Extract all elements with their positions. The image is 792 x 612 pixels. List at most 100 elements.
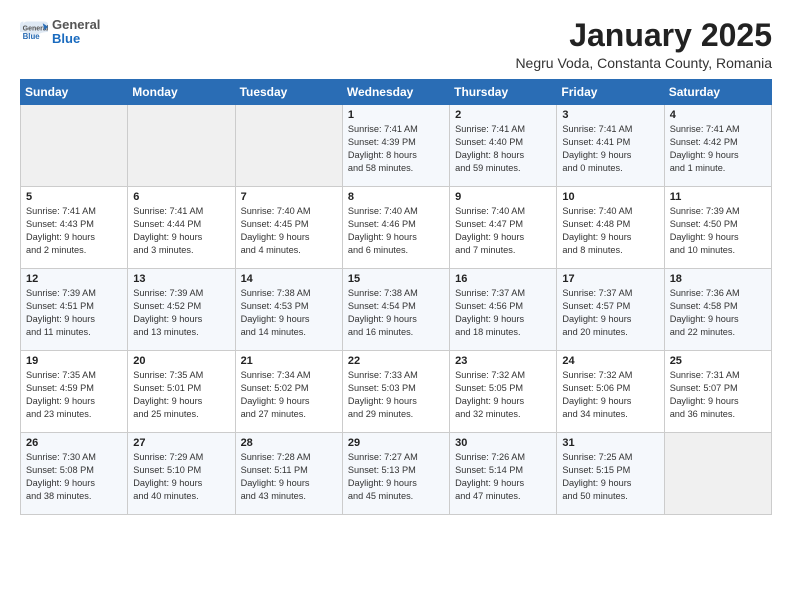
table-row: 11 Sunrise: 7:39 AM Sunset: 4:50 PM Dayli… <box>664 187 771 269</box>
day-number: 11 <box>670 191 766 203</box>
day-info: Sunrise: 7:30 AM Sunset: 5:08 PM Dayligh… <box>26 451 122 503</box>
table-row: 13 Sunrise: 7:39 AM Sunset: 4:52 PM Dayli… <box>128 269 235 351</box>
day-info: Sunrise: 7:28 AM Sunset: 5:11 PM Dayligh… <box>241 451 337 503</box>
day-number: 6 <box>133 191 229 203</box>
table-row: 10 Sunrise: 7:40 AM Sunset: 4:48 PM Dayli… <box>557 187 664 269</box>
table-row: 2 Sunrise: 7:41 AM Sunset: 4:40 PM Daylig… <box>450 105 557 187</box>
table-row: 1Sunrise: 7:41 AM Sunset: 4:39 PM Daylig… <box>342 105 449 187</box>
day-info: Sunrise: 7:39 AM Sunset: 4:52 PM Dayligh… <box>133 287 229 339</box>
table-row: 21Sunrise: 7:34 AM Sunset: 5:02 PM Dayli… <box>235 351 342 433</box>
day-info: Sunrise: 7:41 AM Sunset: 4:40 PM Dayligh… <box>455 123 551 175</box>
table-row: 30 Sunrise: 7:26 AM Sunset: 5:14 PM Dayli… <box>450 433 557 515</box>
day-info: Sunrise: 7:35 AM Sunset: 4:59 PM Dayligh… <box>26 369 122 421</box>
day-info: Sunrise: 7:25 AM Sunset: 5:15 PM Dayligh… <box>562 451 658 503</box>
day-number: 14 <box>241 273 337 285</box>
day-info: Sunrise: 7:37 AM Sunset: 4:57 PM Dayligh… <box>562 287 658 339</box>
day-number: 22 <box>348 355 444 367</box>
day-info: Sunrise: 7:40 AM Sunset: 4:45 PM Dayligh… <box>241 205 337 257</box>
col-friday: Friday <box>557 80 664 105</box>
day-info: Sunrise: 7:34 AM Sunset: 5:02 PM Dayligh… <box>241 369 337 421</box>
day-number: 13 <box>133 273 229 285</box>
day-info: Sunrise: 7:40 AM Sunset: 4:47 PM Dayligh… <box>455 205 551 257</box>
day-number: 30 <box>455 437 551 449</box>
day-number: 12 <box>26 273 122 285</box>
day-number: 15 <box>348 273 444 285</box>
col-saturday: Saturday <box>664 80 771 105</box>
day-number: 27 <box>133 437 229 449</box>
day-info: Sunrise: 7:41 AM Sunset: 4:43 PM Dayligh… <box>26 205 122 257</box>
month-title: January 2025 <box>515 18 772 53</box>
table-row: 22Sunrise: 7:33 AM Sunset: 5:03 PM Dayli… <box>342 351 449 433</box>
table-row: 5 Sunrise: 7:41 AM Sunset: 4:43 PM Daylig… <box>21 187 128 269</box>
table-row: 26 Sunrise: 7:30 AM Sunset: 5:08 PM Dayli… <box>21 433 128 515</box>
header: General Blue General Blue January 2025 N… <box>20 18 772 71</box>
logo-general: General <box>52 18 100 32</box>
table-row: 29 Sunrise: 7:27 AM Sunset: 5:13 PM Dayli… <box>342 433 449 515</box>
col-sunday: Sunday <box>21 80 128 105</box>
col-thursday: Thursday <box>450 80 557 105</box>
table-row: 20Sunrise: 7:35 AM Sunset: 5:01 PM Dayli… <box>128 351 235 433</box>
day-number: 16 <box>455 273 551 285</box>
day-info: Sunrise: 7:41 AM Sunset: 4:39 PM Dayligh… <box>348 123 444 175</box>
day-number: 5 <box>26 191 122 203</box>
table-row <box>235 105 342 187</box>
table-row: 19Sunrise: 7:35 AM Sunset: 4:59 PM Dayli… <box>21 351 128 433</box>
table-row <box>21 105 128 187</box>
day-number: 29 <box>348 437 444 449</box>
calendar-week-row: 26 Sunrise: 7:30 AM Sunset: 5:08 PM Dayli… <box>21 433 772 515</box>
day-number: 3 <box>562 109 658 121</box>
day-number: 18 <box>670 273 766 285</box>
calendar-week-row: 5 Sunrise: 7:41 AM Sunset: 4:43 PM Daylig… <box>21 187 772 269</box>
day-info: Sunrise: 7:32 AM Sunset: 5:06 PM Dayligh… <box>562 369 658 421</box>
day-number: 26 <box>26 437 122 449</box>
day-info: Sunrise: 7:27 AM Sunset: 5:13 PM Dayligh… <box>348 451 444 503</box>
day-number: 25 <box>670 355 766 367</box>
day-info: Sunrise: 7:41 AM Sunset: 4:41 PM Dayligh… <box>562 123 658 175</box>
table-row <box>128 105 235 187</box>
day-info: Sunrise: 7:40 AM Sunset: 4:48 PM Dayligh… <box>562 205 658 257</box>
day-number: 24 <box>562 355 658 367</box>
day-number: 8 <box>348 191 444 203</box>
table-row: 15Sunrise: 7:38 AM Sunset: 4:54 PM Dayli… <box>342 269 449 351</box>
logo-text: General Blue <box>52 18 100 47</box>
table-row: 7Sunrise: 7:40 AM Sunset: 4:45 PM Daylig… <box>235 187 342 269</box>
table-row: 12Sunrise: 7:39 AM Sunset: 4:51 PM Dayli… <box>21 269 128 351</box>
day-number: 2 <box>455 109 551 121</box>
day-number: 17 <box>562 273 658 285</box>
col-wednesday: Wednesday <box>342 80 449 105</box>
table-row: 14Sunrise: 7:38 AM Sunset: 4:53 PM Dayli… <box>235 269 342 351</box>
table-row: 24 Sunrise: 7:32 AM Sunset: 5:06 PM Dayli… <box>557 351 664 433</box>
day-number: 4 <box>670 109 766 121</box>
table-row <box>664 433 771 515</box>
logo-icon: General Blue <box>20 18 48 46</box>
table-row: 25 Sunrise: 7:31 AM Sunset: 5:07 PM Dayli… <box>664 351 771 433</box>
table-row: 31Sunrise: 7:25 AM Sunset: 5:15 PM Dayli… <box>557 433 664 515</box>
logo-blue: Blue <box>52 32 100 46</box>
day-info: Sunrise: 7:39 AM Sunset: 4:50 PM Dayligh… <box>670 205 766 257</box>
table-row: 23 Sunrise: 7:32 AM Sunset: 5:05 PM Dayli… <box>450 351 557 433</box>
day-info: Sunrise: 7:31 AM Sunset: 5:07 PM Dayligh… <box>670 369 766 421</box>
table-row: 9 Sunrise: 7:40 AM Sunset: 4:47 PM Daylig… <box>450 187 557 269</box>
day-info: Sunrise: 7:37 AM Sunset: 4:56 PM Dayligh… <box>455 287 551 339</box>
table-row: 17 Sunrise: 7:37 AM Sunset: 4:57 PM Dayli… <box>557 269 664 351</box>
calendar-week-row: 19Sunrise: 7:35 AM Sunset: 4:59 PM Dayli… <box>21 351 772 433</box>
calendar: Sunday Monday Tuesday Wednesday Thursday… <box>20 79 772 515</box>
title-block: January 2025 Negru Voda, Constanta Count… <box>515 18 772 71</box>
day-info: Sunrise: 7:35 AM Sunset: 5:01 PM Dayligh… <box>133 369 229 421</box>
table-row: 27Sunrise: 7:29 AM Sunset: 5:10 PM Dayli… <box>128 433 235 515</box>
day-info: Sunrise: 7:32 AM Sunset: 5:05 PM Dayligh… <box>455 369 551 421</box>
table-row: 8Sunrise: 7:40 AM Sunset: 4:46 PM Daylig… <box>342 187 449 269</box>
calendar-week-row: 1Sunrise: 7:41 AM Sunset: 4:39 PM Daylig… <box>21 105 772 187</box>
table-row: 18Sunrise: 7:36 AM Sunset: 4:58 PM Dayli… <box>664 269 771 351</box>
page: General Blue General Blue January 2025 N… <box>0 0 792 612</box>
table-row: 3 Sunrise: 7:41 AM Sunset: 4:41 PM Daylig… <box>557 105 664 187</box>
day-number: 10 <box>562 191 658 203</box>
location-title: Negru Voda, Constanta County, Romania <box>515 55 772 71</box>
day-number: 9 <box>455 191 551 203</box>
svg-text:Blue: Blue <box>23 32 41 41</box>
table-row: 16 Sunrise: 7:37 AM Sunset: 4:56 PM Dayli… <box>450 269 557 351</box>
day-info: Sunrise: 7:41 AM Sunset: 4:44 PM Dayligh… <box>133 205 229 257</box>
day-info: Sunrise: 7:26 AM Sunset: 5:14 PM Dayligh… <box>455 451 551 503</box>
day-number: 28 <box>241 437 337 449</box>
day-number: 23 <box>455 355 551 367</box>
